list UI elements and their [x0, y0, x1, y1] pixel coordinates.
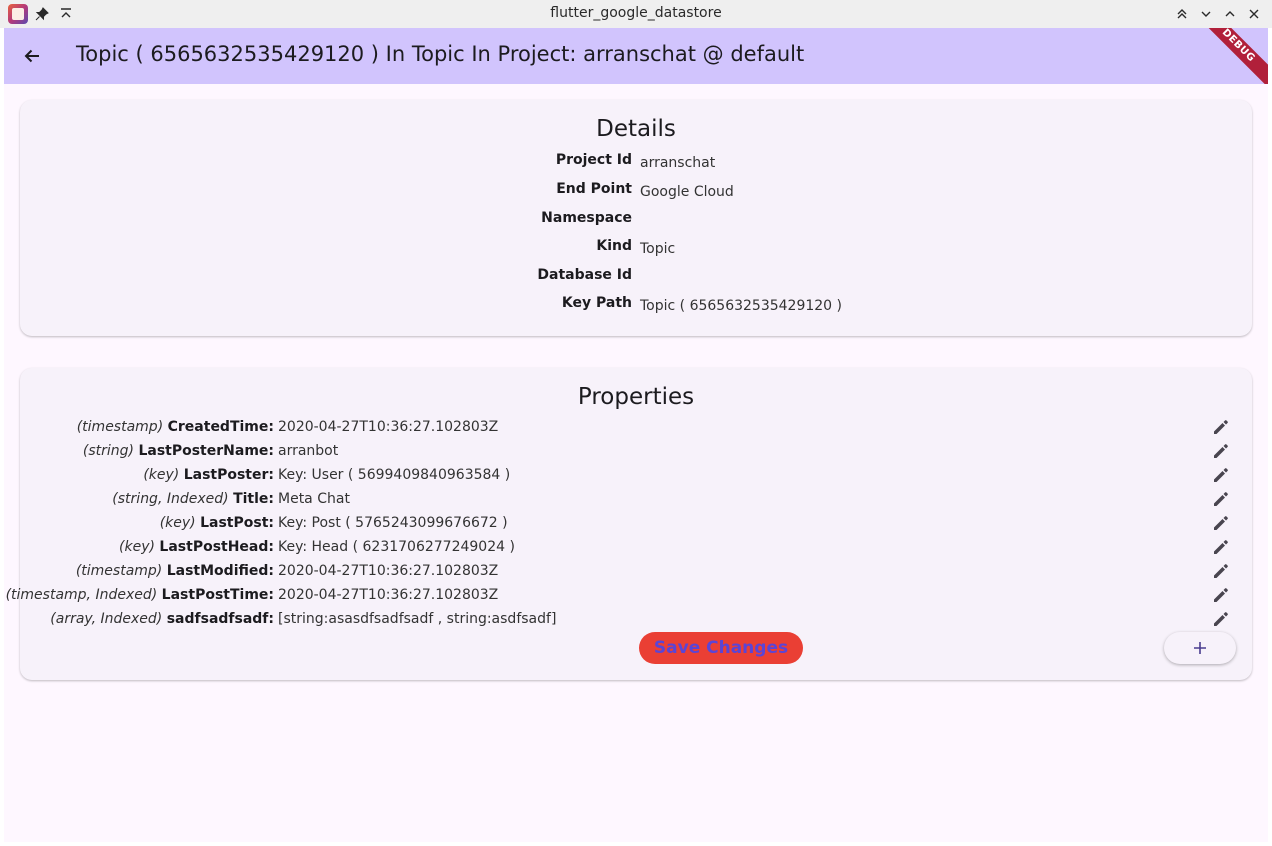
property-name: LastPost: [200, 515, 274, 531]
plus-icon [1194, 642, 1206, 654]
pencil-icon [1214, 588, 1228, 602]
property-name: sadfsadfsadf: [166, 611, 274, 627]
close-icon[interactable] [1244, 4, 1264, 24]
property-name: LastPostHead: [159, 539, 274, 555]
pencil-icon [1214, 612, 1228, 626]
details-card: Details Project Id arranschat End Point … [20, 100, 1252, 336]
pencil-icon [1214, 540, 1228, 554]
pencil-icon [1214, 468, 1228, 482]
property-type: (string, Indexed) [112, 491, 229, 507]
property-value: 2020-04-27T10:36:27.102803Z [278, 419, 499, 435]
pencil-icon [1214, 492, 1228, 506]
save-changes-button[interactable]: Save Changes [639, 632, 803, 664]
property-name: LastPosterName: [138, 443, 274, 459]
detail-row-end-point: End Point Google Cloud [20, 181, 1252, 203]
detail-row-kind: Kind Topic [20, 238, 1252, 260]
detail-row-key-path: Key Path Topic ( 6565632535429120 ) [20, 295, 1252, 317]
detail-label: Key Path [561, 295, 632, 311]
property-type: (key) [159, 515, 196, 531]
property-row: (string) LastPosterName: arranbot [20, 440, 1252, 464]
pencil-icon [1214, 444, 1228, 458]
property-type: (key) [119, 539, 155, 555]
property-name: LastModified: [166, 563, 274, 579]
property-type: (key) [143, 467, 180, 483]
edit-button[interactable] [1210, 440, 1232, 462]
property-row: (key) LastPost: Key: Post ( 576524309967… [20, 512, 1252, 536]
edit-button[interactable] [1210, 608, 1232, 630]
minimize-icon[interactable] [1196, 4, 1216, 24]
property-value: Key: User ( 5699409840963584 ) [278, 467, 511, 483]
shade-icon[interactable] [1172, 4, 1192, 24]
app-bar: Topic ( 6565632535429120 ) In Topic In P… [4, 28, 1268, 84]
pencil-icon [1214, 564, 1228, 578]
property-type: (array, Indexed) [50, 611, 163, 627]
property-type: (timestamp) [76, 419, 164, 435]
detail-row-database-id: Database Id [20, 267, 1252, 289]
properties-heading: Properties [577, 384, 695, 410]
edit-button[interactable] [1210, 560, 1232, 582]
property-value: Key: Post ( 5765243099676672 ) [278, 515, 508, 531]
window-titlebar: flutter_google_datastore [0, 0, 1272, 28]
property-row: (timestamp, Indexed) LastPostTime: 2020-… [6, 584, 1252, 608]
property-name: LastPostTime: [161, 587, 274, 603]
app-window: Topic ( 6565632535429120 ) In Topic In P… [4, 28, 1268, 842]
property-value: [string:asasdfsadfsadf , string:asdfsadf… [278, 611, 557, 627]
detail-row-namespace: Namespace [20, 210, 1252, 232]
pencil-icon [1214, 516, 1228, 530]
property-row: (key) LastPoster: Key: User ( 5699409840… [20, 464, 1252, 488]
property-value: arranbot [278, 443, 339, 459]
property-value: Meta Chat [278, 491, 350, 507]
detail-value: Google Cloud [640, 184, 734, 200]
detail-value: arranschat [640, 155, 716, 171]
property-row: (timestamp) LastModified: 2020-04-27T10:… [20, 560, 1252, 584]
edit-button[interactable] [1210, 464, 1232, 486]
detail-label: End Point [556, 181, 632, 197]
detail-label: Database Id [537, 267, 632, 283]
arrow-back-icon [24, 49, 39, 63]
property-row: (string, Indexed) Title: Meta Chat [20, 488, 1252, 512]
property-value: 2020-04-27T10:36:27.102803Z [278, 587, 499, 603]
property-row: (timestamp) CreatedTime: 2020-04-27T10:3… [20, 416, 1252, 440]
property-value: Key: Head ( 6231706277249024 ) [278, 539, 515, 555]
pencil-icon [1214, 420, 1228, 434]
property-name: LastPoster: [183, 467, 274, 483]
property-row: (array, Indexed) sadfsadfsadf: [string:a… [20, 608, 1252, 632]
detail-value: Topic [640, 241, 676, 257]
edit-button[interactable] [1210, 536, 1232, 558]
property-name: Title: [233, 491, 274, 507]
add-property-button[interactable] [1164, 632, 1236, 664]
detail-label: Namespace [541, 210, 632, 226]
property-type: (timestamp, Indexed) [5, 587, 158, 603]
back-button[interactable] [16, 40, 48, 72]
edit-button[interactable] [1210, 584, 1232, 606]
maximize-icon[interactable] [1220, 4, 1240, 24]
property-name: CreatedTime: [167, 419, 274, 435]
property-row: (key) LastPostHead: Key: Head ( 62317062… [20, 536, 1252, 560]
detail-row-project-id: Project Id arranschat [20, 152, 1252, 174]
details-heading: Details [596, 116, 676, 142]
detail-value: Topic ( 6565632535429120 ) [640, 298, 843, 314]
page-title: Topic ( 6565632535429120 ) In Topic In P… [76, 42, 805, 66]
detail-label: Project Id [555, 152, 632, 168]
window-title: flutter_google_datastore [550, 5, 722, 21]
edit-button[interactable] [1210, 416, 1232, 438]
property-type: (string) [82, 443, 134, 459]
edit-button[interactable] [1210, 512, 1232, 534]
detail-label: Kind [596, 238, 632, 254]
property-type: (timestamp) [75, 563, 163, 579]
debug-banner: DEBUG [1189, 28, 1268, 84]
edit-button[interactable] [1210, 488, 1232, 510]
property-value: 2020-04-27T10:36:27.102803Z [278, 563, 499, 579]
properties-card: Properties (timestamp) CreatedTime: 2020… [6, 368, 1252, 680]
